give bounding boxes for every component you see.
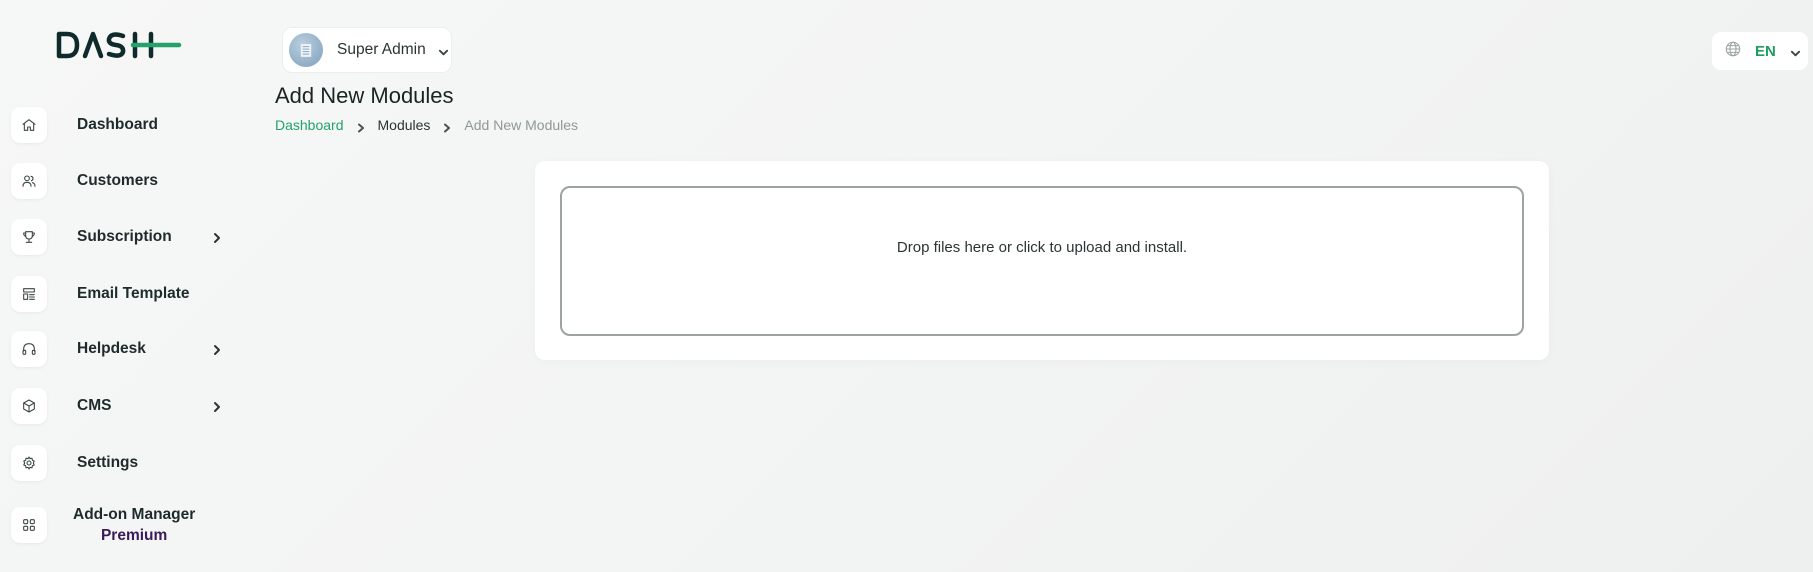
chevron-down-icon [438,45,449,56]
page-title: Add New Modules [275,83,454,108]
sidebar-item-addon-manager[interactable]: Add-on Manager Premium [11,503,231,547]
globe-icon [1724,40,1742,63]
addon-label: Add-on Manager Premium [73,504,195,546]
chevron-right-icon [211,231,223,243]
trophy-icon [11,219,47,255]
sidebar-item-dashboard[interactable]: Dashboard [11,105,231,145]
chevron-right-icon [211,400,223,412]
sidebar-item-label: Settings [77,454,139,471]
box-icon [11,388,47,424]
template-icon [11,276,47,312]
file-dropzone[interactable]: Drop files here or click to upload and i… [560,186,1524,336]
chevron-down-icon [1790,46,1801,57]
sidebar-item-subscription[interactable]: Subscription [11,217,231,257]
dropzone-text: Drop files here or click to upload and i… [896,239,1188,256]
chevron-right-icon [356,120,366,133]
premium-badge: Premium [100,527,168,544]
chevron-right-icon [211,343,223,355]
chevron-right-icon [442,120,452,133]
breadcrumb-dashboard[interactable]: Dashboard [275,117,344,133]
building-icon [300,43,312,57]
sidebar-item-email-template[interactable]: Email Template [11,274,231,314]
gear-icon [11,445,47,481]
avatar [289,33,323,67]
sidebar-item-label: Email Template [77,285,190,302]
sidebar-item-label: Dashboard [77,116,158,133]
sidebar-item-cms[interactable]: CMS [11,386,231,426]
headphones-icon [11,331,47,367]
breadcrumb-modules[interactable]: Modules [378,117,431,133]
sidebar-item-label: Helpdesk [77,340,146,357]
language-code: EN [1755,42,1776,60]
users-icon [11,163,47,199]
grid-icon [11,507,47,543]
sidebar-item-label: Customers [77,172,158,189]
brand-logo[interactable] [55,28,185,62]
user-name: Super Admin [337,41,426,58]
sidebar-item-customers[interactable]: Customers [11,161,231,201]
sidebar-item-label: Subscription [77,228,172,245]
dash-logo-icon [56,31,182,59]
user-menu[interactable]: Super Admin [282,27,452,73]
breadcrumb: Dashboard Modules Add New Modules [275,117,578,133]
breadcrumb-current: Add New Modules [464,117,579,133]
sidebar-item-settings[interactable]: Settings [11,443,231,483]
language-selector[interactable]: EN [1712,32,1808,70]
addon-title: Add-on Manager [73,506,196,523]
sidebar-item-label: CMS [77,397,112,414]
sidebar-item-helpdesk[interactable]: Helpdesk [11,329,231,369]
sidebar: Dashboard Customers Subscription Email T… [0,0,245,572]
home-icon [11,107,47,143]
upload-card: Drop files here or click to upload and i… [535,161,1549,360]
